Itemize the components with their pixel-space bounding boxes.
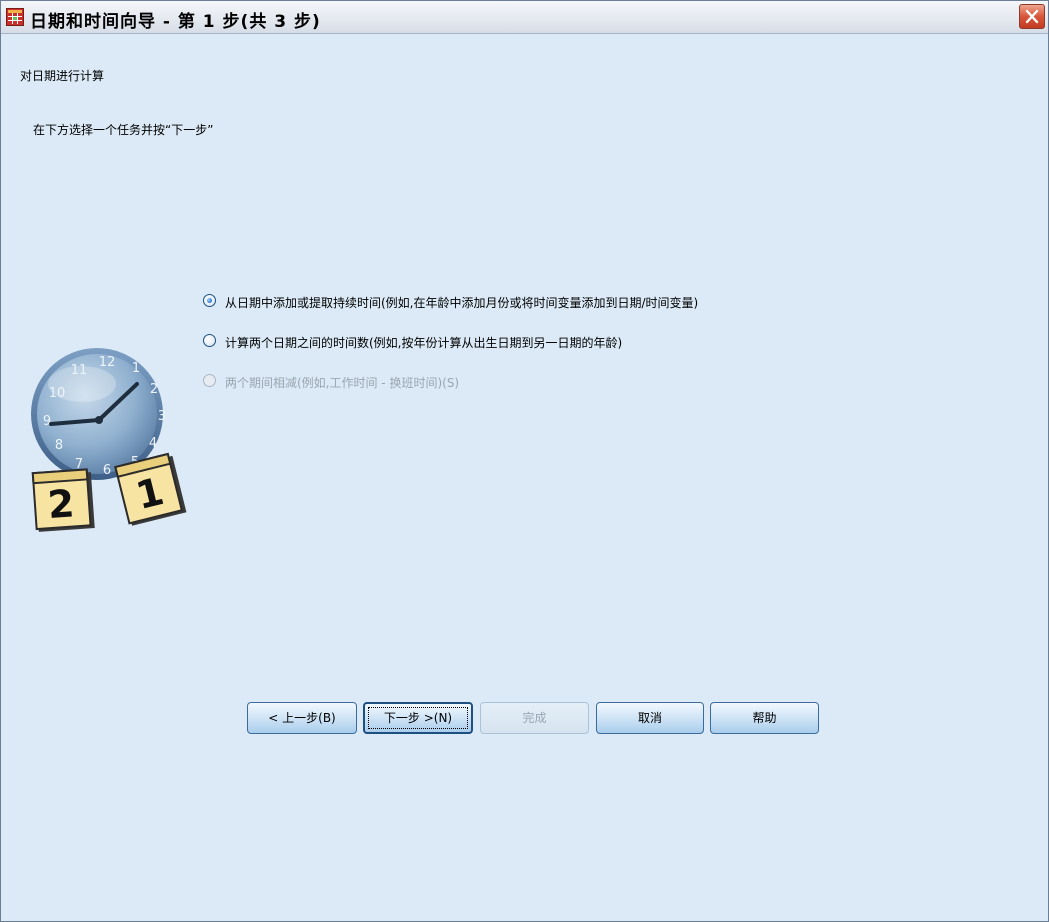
clock-number-1: 1 xyxy=(132,361,140,376)
close-icon xyxy=(1025,9,1039,24)
spss-grid-icon xyxy=(6,8,24,26)
clock-number-10: 10 xyxy=(49,386,66,401)
cancel-button[interactable]: 取消 xyxy=(596,702,704,734)
window-title: 日期和时间向导 - 第 1 步(共 3 步) xyxy=(30,12,321,32)
finish-button: 完成 xyxy=(480,702,589,734)
instruction-text: 在下方选择一个任务并按“下一步” xyxy=(33,123,214,137)
radio-selected-dot xyxy=(207,298,212,303)
clock-number-6: 6 xyxy=(103,463,111,478)
help-button[interactable]: 帮助 xyxy=(710,702,819,734)
option-label: 计算两个日期之间的时间数(例如,按年份计算从出生日期到另一日期的年龄) xyxy=(225,336,623,350)
clock-number-2: 2 xyxy=(150,382,158,397)
clock-number-12: 12 xyxy=(99,355,116,370)
back-button[interactable]: < 上一步(B) xyxy=(247,702,357,734)
clock-number-3: 3 xyxy=(158,409,166,424)
radio-subtract-durations xyxy=(203,374,216,387)
clock-number-4: 4 xyxy=(149,436,157,451)
title-bar[interactable]: 日期和时间向导 - 第 1 步(共 3 步) xyxy=(1,1,1048,34)
next-button-label: 下一步 >(N) xyxy=(383,711,453,725)
next-button[interactable]: 下一步 >(N) xyxy=(363,702,473,734)
option-label: 从日期中添加或提取持续时间(例如,在年龄中添加月份或将时间变量添加到日期/时间变… xyxy=(225,296,699,310)
option-label: 两个期间相减(例如,工作时间 - 换班时间)(S) xyxy=(225,376,460,390)
radio-add-extract-duration[interactable] xyxy=(203,294,216,307)
clock-calendar-icon: 12 1 2 3 4 5 6 7 8 9 10 11 2 1 xyxy=(31,348,187,532)
page-heading: 对日期进行计算 xyxy=(20,69,105,83)
date-time-wizard-dialog: 日期和时间向导 - 第 1 步(共 3 步) 对日期进行计算 在下方选择一个任务… xyxy=(0,0,1049,922)
radio-calc-time-between-dates[interactable] xyxy=(203,334,216,347)
clock-number-11: 11 xyxy=(71,363,88,378)
close-button[interactable] xyxy=(1019,4,1045,29)
calendar-number-left: 2 xyxy=(46,481,75,527)
clock-number-9: 9 xyxy=(43,414,51,429)
clock-number-8: 8 xyxy=(55,438,63,453)
